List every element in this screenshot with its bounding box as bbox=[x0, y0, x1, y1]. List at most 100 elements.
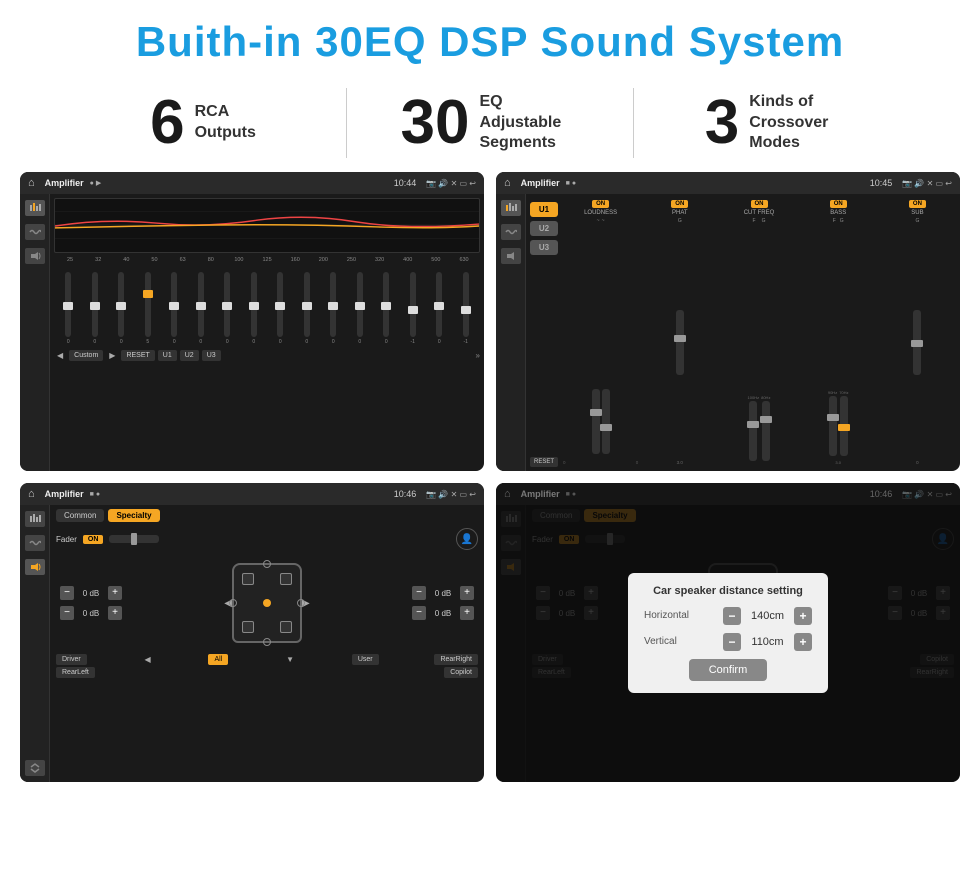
fader-sidebar-wave-icon[interactable] bbox=[25, 535, 45, 551]
fader-on-btn[interactable]: ON bbox=[83, 535, 104, 544]
fader-body: Common Specialty Fader ON 👤 bbox=[20, 505, 484, 782]
screen-dialog: ⌂ Amplifier ■ ● 10:46 📷 🔊 ✕ ▭ ↩ bbox=[496, 483, 960, 782]
fader-time: 10:46 bbox=[394, 489, 417, 499]
loudness-on-btn[interactable]: ON bbox=[592, 200, 609, 208]
eq-slider-15[interactable]: -1 bbox=[454, 272, 479, 345]
dialog-vertical-plus[interactable]: + bbox=[794, 633, 812, 651]
speaker-left bbox=[229, 599, 237, 607]
dialog-vertical-minus[interactable]: − bbox=[723, 633, 741, 651]
eq-slider-7[interactable]: 0 bbox=[242, 272, 267, 345]
eq-sidebar-vol-icon[interactable] bbox=[25, 248, 45, 264]
eq-slider-1[interactable]: 0 bbox=[83, 272, 108, 345]
eq-expand-icon[interactable]: » bbox=[476, 351, 480, 360]
speaker-bottom bbox=[263, 638, 271, 646]
eq-prev-btn[interactable]: ◀ bbox=[54, 349, 66, 362]
eq-slider-8[interactable]: 0 bbox=[268, 272, 293, 345]
eq-u1-btn[interactable]: U1 bbox=[158, 350, 177, 361]
eq-sidebar bbox=[20, 194, 50, 471]
eq-u2-btn[interactable]: U2 bbox=[180, 350, 199, 361]
fader-bottom-arrow-right[interactable]: ▼ bbox=[284, 655, 296, 664]
db-plus-bl[interactable]: + bbox=[108, 606, 122, 620]
dialog-horizontal-control: − 140cm + bbox=[723, 607, 812, 625]
u-buttons-col: U1 U2 U3 RESET bbox=[530, 198, 558, 467]
dialog-vertical-value: 110cm bbox=[745, 636, 790, 648]
seat-br bbox=[280, 621, 292, 633]
u3-btn[interactable]: U3 bbox=[530, 240, 558, 255]
eq-u3-btn[interactable]: U3 bbox=[202, 350, 221, 361]
db-plus-tr[interactable]: + bbox=[460, 586, 474, 600]
user-btn[interactable]: User bbox=[352, 654, 379, 665]
db-row-tl: − 0 dB + bbox=[60, 586, 122, 600]
stat-text-rca: RCA Outputs bbox=[195, 102, 256, 144]
freq-125: 125 bbox=[253, 257, 281, 263]
eq-slider-10[interactable]: 0 bbox=[321, 272, 346, 345]
crossover-home-icon[interactable]: ⌂ bbox=[504, 177, 511, 189]
cutfreq-on-btn[interactable]: ON bbox=[751, 200, 768, 208]
eq-slider-13[interactable]: -1 bbox=[401, 272, 426, 345]
fader-sidebar-vol-icon[interactable] bbox=[25, 559, 45, 575]
rear-left-btn[interactable]: RearLeft bbox=[56, 667, 95, 678]
fader-bottom-arrow-left[interactable]: ◀ bbox=[143, 655, 153, 664]
eq-slider-2[interactable]: 0 bbox=[109, 272, 134, 345]
screen-crossover: ⌂ Amplifier ■ ● 10:45 📷 🔊 ✕ ▭ ↩ bbox=[496, 172, 960, 471]
bass-label: BASS bbox=[830, 210, 846, 216]
db-minus-bl[interactable]: − bbox=[60, 606, 74, 620]
dialog-horizontal-row: Horizontal − 140cm + bbox=[644, 607, 812, 625]
dialog-horizontal-minus[interactable]: − bbox=[723, 607, 741, 625]
user-icon[interactable]: 👤 bbox=[456, 528, 478, 550]
db-minus-br[interactable]: − bbox=[412, 606, 426, 620]
driver-btn[interactable]: Driver bbox=[56, 654, 87, 665]
channel-phat: ON PHAT G 3.0 bbox=[641, 200, 718, 465]
db-minus-tr[interactable]: − bbox=[412, 586, 426, 600]
copilot-btn[interactable]: Copilot bbox=[444, 667, 478, 678]
crossover-sidebar bbox=[496, 194, 526, 471]
bass-on-btn[interactable]: ON bbox=[830, 200, 847, 208]
eq-slider-12[interactable]: 0 bbox=[374, 272, 399, 345]
crossover-sidebar-wave-icon[interactable] bbox=[501, 224, 521, 240]
db-plus-tl[interactable]: + bbox=[108, 586, 122, 600]
confirm-button[interactable]: Confirm bbox=[689, 659, 768, 681]
eq-slider-0[interactable]: 0 bbox=[56, 272, 81, 345]
fader-home-icon[interactable]: ⌂ bbox=[28, 488, 35, 500]
crossover-reset-btn[interactable]: RESET bbox=[530, 457, 558, 467]
crossover-time: 10:45 bbox=[870, 178, 893, 188]
eq-slider-5[interactable]: 0 bbox=[189, 272, 214, 345]
freq-100: 100 bbox=[225, 257, 253, 263]
speaker-right bbox=[297, 599, 305, 607]
eq-play-btn[interactable]: ▶ bbox=[106, 349, 118, 362]
fader-tab-common[interactable]: Common bbox=[56, 509, 104, 522]
u1-btn[interactable]: U1 bbox=[530, 202, 558, 217]
eq-body: 25 32 40 50 63 80 100 125 160 200 250 32… bbox=[20, 194, 484, 471]
db-plus-br[interactable]: + bbox=[460, 606, 474, 620]
u2-btn[interactable]: U2 bbox=[530, 221, 558, 236]
dialog-horizontal-plus[interactable]: + bbox=[794, 607, 812, 625]
eq-slider-11[interactable]: 0 bbox=[348, 272, 373, 345]
fader-sidebar-expand-icon[interactable] bbox=[25, 760, 45, 776]
stat-number-eq: 30 bbox=[401, 92, 470, 154]
phat-on-btn[interactable]: ON bbox=[671, 200, 688, 208]
eq-bottom-bar: ◀ Custom ▶ RESET U1 U2 U3 » bbox=[54, 349, 480, 362]
eq-slider-9[interactable]: 0 bbox=[295, 272, 320, 345]
fader-sidebar-eq-icon[interactable] bbox=[25, 511, 45, 527]
crossover-dots: ■ ● bbox=[566, 180, 576, 187]
dialog-vertical-row: Vertical − 110cm + bbox=[644, 633, 812, 651]
seat-tr bbox=[280, 573, 292, 585]
eq-home-icon[interactable]: ⌂ bbox=[28, 177, 35, 189]
eq-slider-6[interactable]: 0 bbox=[215, 272, 240, 345]
crossover-sidebar-eq-icon[interactable] bbox=[501, 200, 521, 216]
sub-on-btn[interactable]: ON bbox=[909, 200, 926, 208]
eq-sidebar-eq-icon[interactable] bbox=[25, 200, 45, 216]
fader-slider-h[interactable] bbox=[109, 535, 159, 543]
eq-slider-4[interactable]: 0 bbox=[162, 272, 187, 345]
db-minus-tl[interactable]: − bbox=[60, 586, 74, 600]
eq-reset-btn[interactable]: RESET bbox=[121, 350, 154, 361]
eq-sidebar-wave-icon[interactable] bbox=[25, 224, 45, 240]
fader-tab-specialty[interactable]: Specialty bbox=[108, 509, 159, 522]
all-btn[interactable]: All bbox=[208, 654, 228, 665]
dialog-horizontal-value: 140cm bbox=[745, 610, 790, 622]
crossover-sidebar-vol-icon[interactable] bbox=[501, 248, 521, 264]
rear-right-btn[interactable]: RearRight bbox=[434, 654, 478, 665]
eq-slider-3[interactable]: 5 bbox=[136, 272, 161, 345]
eq-custom-btn[interactable]: Custom bbox=[69, 350, 103, 361]
eq-slider-14[interactable]: 0 bbox=[427, 272, 452, 345]
